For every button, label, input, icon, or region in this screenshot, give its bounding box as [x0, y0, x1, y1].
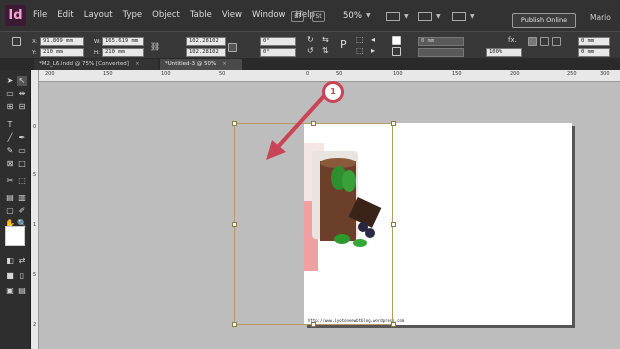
step-badge: 1 — [322, 81, 344, 103]
annotation-arrow — [266, 94, 326, 160]
indesign-window: Id File Edit Layout Type Object Table Vi… — [0, 0, 620, 349]
